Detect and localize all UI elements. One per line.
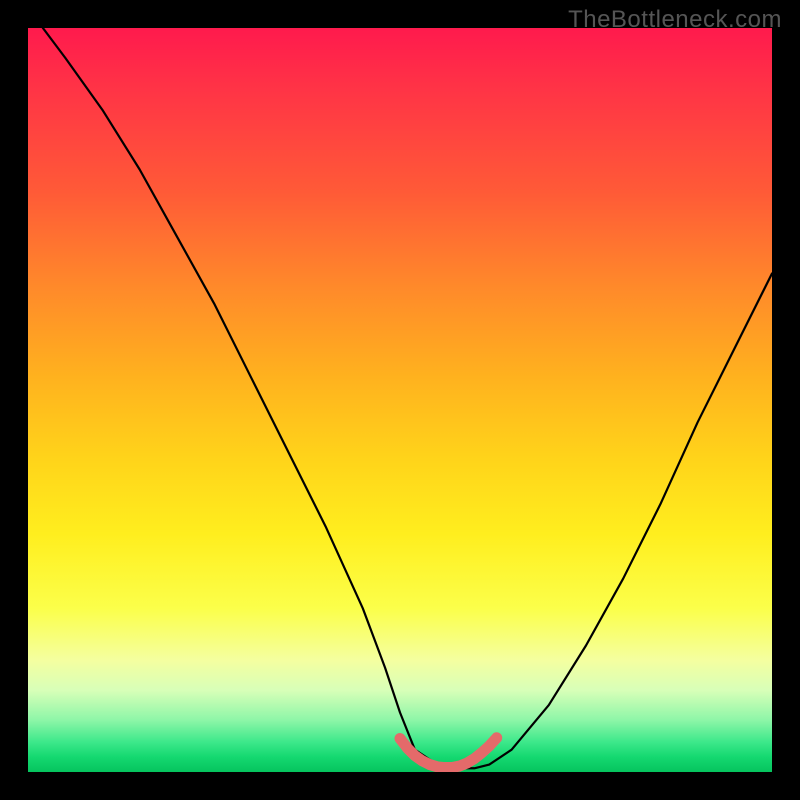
valley-highlight	[400, 738, 497, 768]
watermark-text: TheBottleneck.com	[568, 6, 782, 34]
chart-plot-area	[28, 28, 772, 772]
chart-svg	[28, 28, 772, 772]
chart-frame	[28, 28, 772, 772]
bottleneck-curve	[43, 28, 772, 768]
